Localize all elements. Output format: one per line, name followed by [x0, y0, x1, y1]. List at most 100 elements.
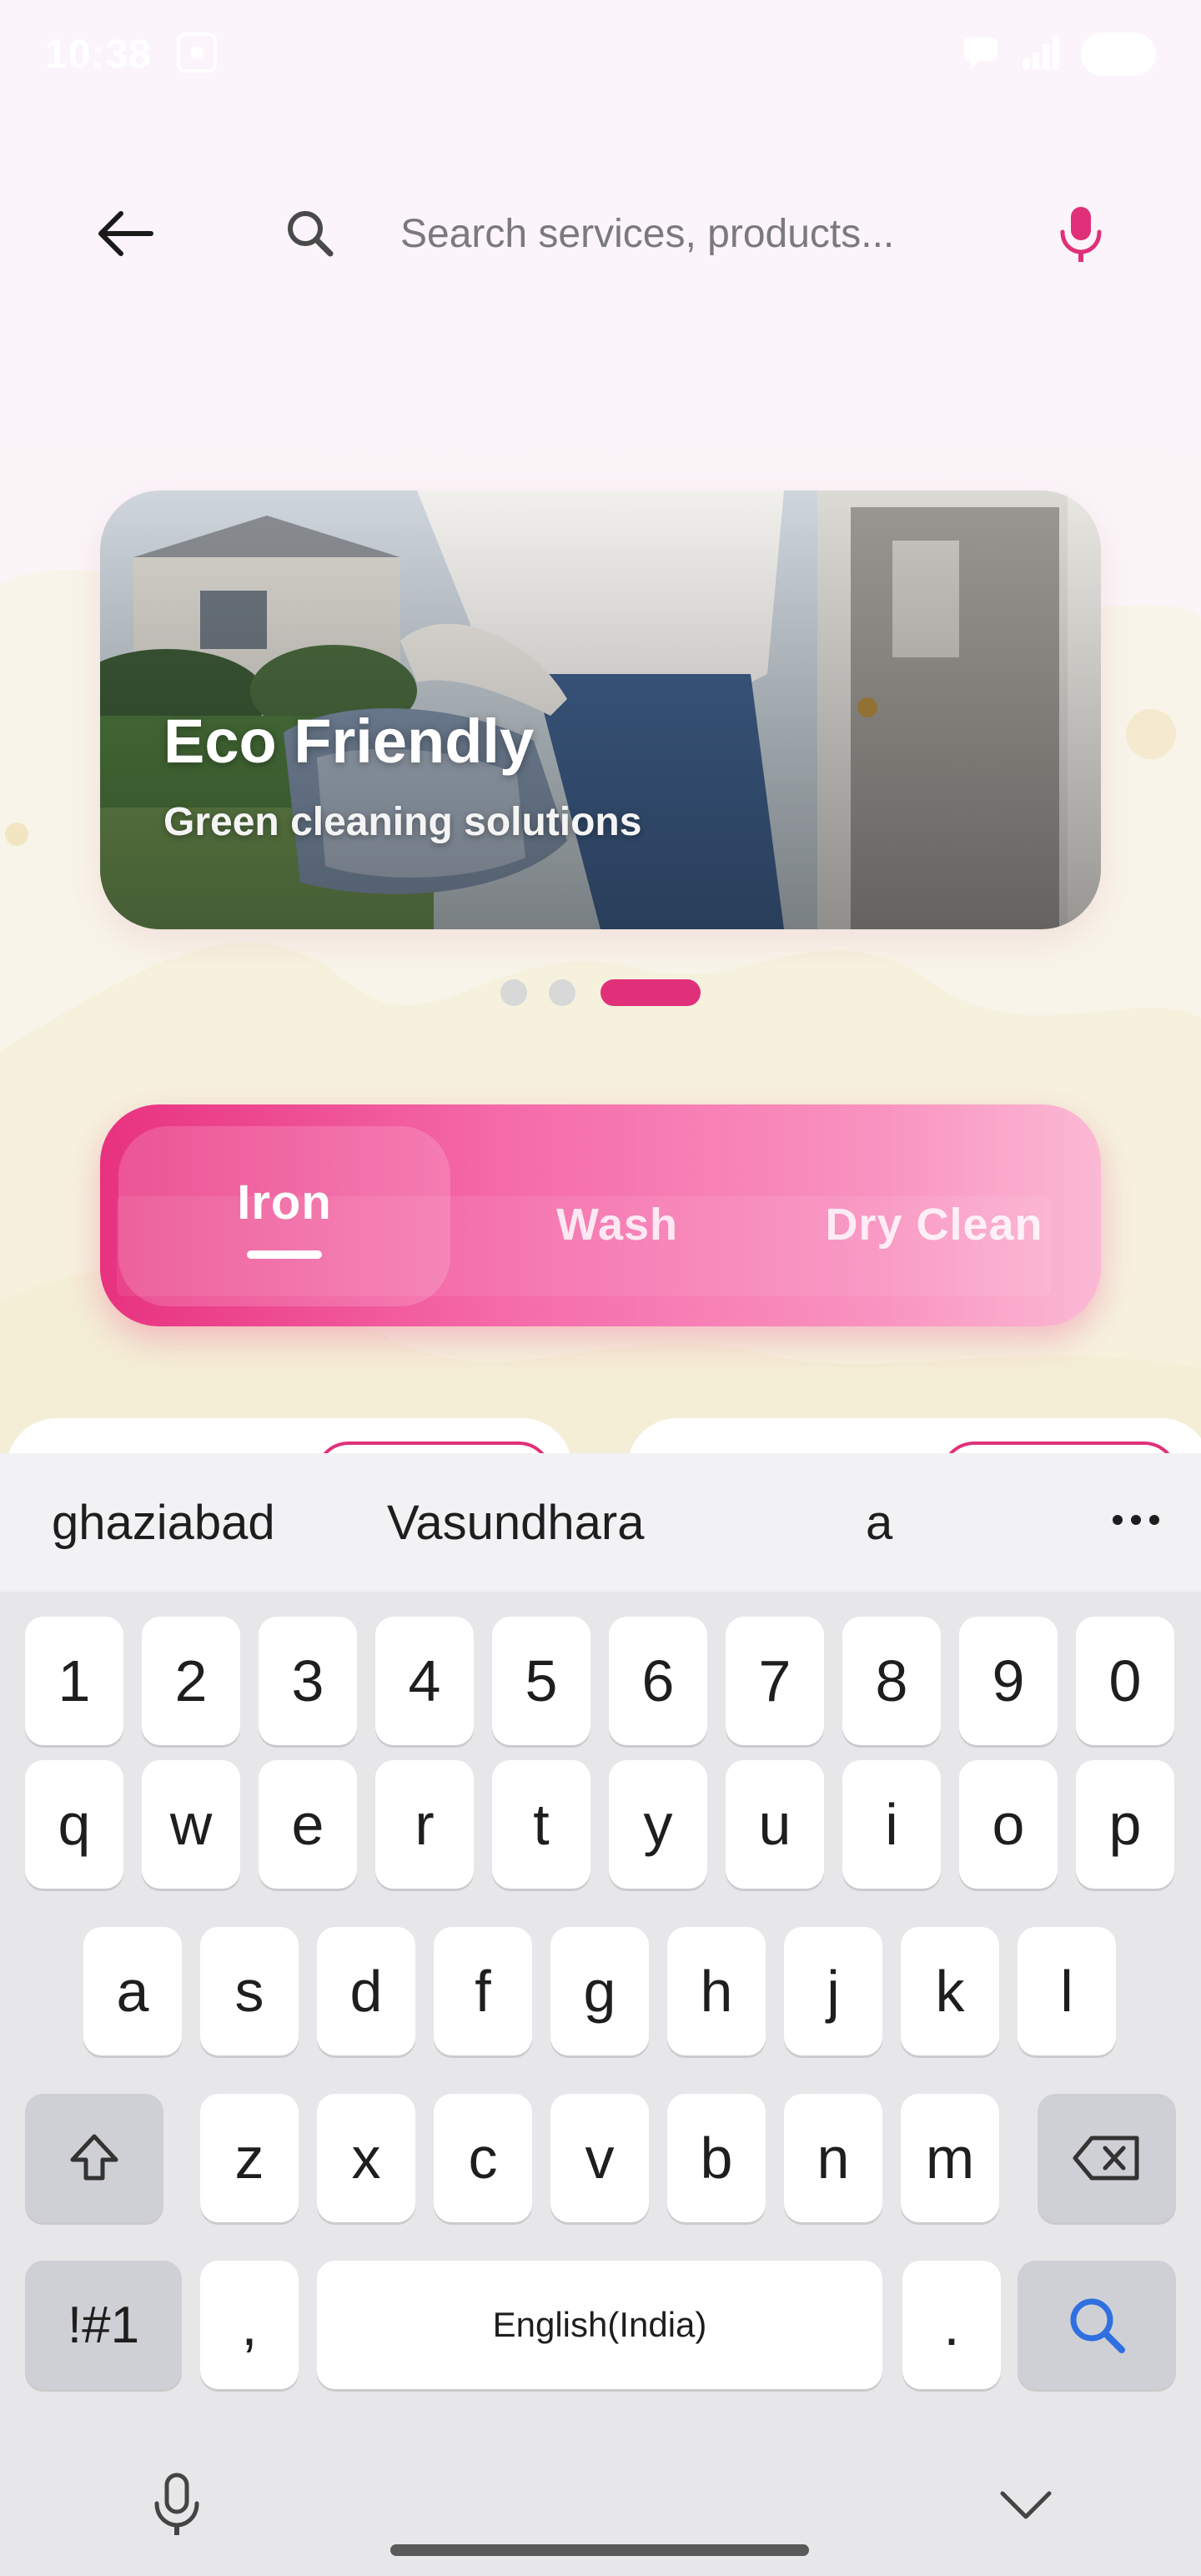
tab-dry-clean[interactable]: Dry Clean: [784, 1135, 1084, 1315]
status-bar: 10:38 40: [0, 0, 1201, 108]
key-8[interactable]: 8: [842, 1617, 941, 1745]
key-y[interactable]: y: [609, 1760, 707, 1889]
key-label: k: [935, 1959, 965, 2024]
key-3[interactable]: 3: [259, 1617, 357, 1745]
backspace-icon: [1073, 2136, 1139, 2181]
key-label: x: [351, 2126, 381, 2191]
key-label: g: [583, 1959, 616, 2024]
back-button[interactable]: [83, 200, 167, 267]
key-d[interactable]: d: [317, 1927, 415, 2055]
key-b[interactable]: b: [667, 2094, 766, 2222]
key-label: d: [349, 1959, 383, 2024]
keyboard-voice-button[interactable]: [143, 2468, 210, 2543]
search-icon: [280, 204, 340, 264]
key-label: j: [827, 1959, 840, 2024]
more-suggestions-button[interactable]: [1103, 1487, 1169, 1553]
carousel-dot[interactable]: [549, 979, 575, 1006]
key-9[interactable]: 9: [959, 1617, 1058, 1745]
symbols-key[interactable]: !#1: [25, 2261, 182, 2389]
key-label: 4: [408, 1648, 441, 1713]
promo-banner[interactable]: Eco Friendly Green cleaning solutions: [100, 491, 1101, 929]
key-1[interactable]: 1: [25, 1617, 123, 1745]
key-g[interactable]: g: [550, 1927, 649, 2055]
search-input[interactable]: [400, 200, 1001, 267]
carousel-dot[interactable]: [500, 979, 527, 1006]
key-l[interactable]: l: [1018, 1927, 1116, 2055]
period-key[interactable]: .: [902, 2261, 1001, 2389]
key-label: English(India): [492, 2305, 707, 2344]
key-a[interactable]: a: [83, 1927, 182, 2055]
tab-label: Wash: [555, 1200, 678, 1250]
key-h[interactable]: h: [667, 1927, 766, 2055]
shift-key[interactable]: [25, 2094, 163, 2222]
suggestion[interactable]: ghaziabad: [52, 1495, 275, 1551]
key-2[interactable]: 2: [142, 1617, 240, 1745]
key-v[interactable]: v: [550, 2094, 649, 2222]
key-label: w: [169, 1792, 213, 1857]
home-indicator[interactable]: [390, 2544, 809, 2556]
signal-icon: [1019, 33, 1063, 77]
voice-search-button[interactable]: [1048, 197, 1114, 270]
key-x[interactable]: x: [317, 2094, 415, 2222]
key-label: s: [234, 1959, 264, 2024]
key-w[interactable]: w: [142, 1760, 240, 1889]
key-q[interactable]: q: [25, 1760, 123, 1889]
key-label: ,: [241, 2292, 258, 2357]
key-t[interactable]: t: [492, 1760, 590, 1889]
key-c[interactable]: c: [434, 2094, 532, 2222]
search-key[interactable]: [1018, 2261, 1176, 2389]
key-label: 3: [291, 1648, 324, 1713]
status-time: 10:38: [45, 32, 152, 77]
key-label: 9: [992, 1648, 1025, 1713]
key-label: u: [758, 1792, 791, 1857]
comma-key[interactable]: ,: [200, 2261, 299, 2389]
screenshot-icon: [175, 31, 219, 78]
key-label: f: [475, 1959, 491, 2024]
key-s[interactable]: s: [200, 1927, 299, 2055]
key-6[interactable]: 6: [609, 1617, 707, 1745]
key-o[interactable]: o: [959, 1760, 1058, 1889]
suggestion[interactable]: Vasundhara: [387, 1495, 645, 1551]
backspace-key[interactable]: [1038, 2094, 1176, 2222]
key-label: m: [925, 2126, 975, 2191]
key-p[interactable]: p: [1076, 1760, 1174, 1889]
carousel-indicator: [500, 978, 717, 1008]
key-label: p: [1108, 1792, 1142, 1857]
key-label: a: [116, 1959, 149, 2024]
key-label: o: [992, 1792, 1025, 1857]
key-label: t: [533, 1792, 550, 1857]
key-i[interactable]: i: [842, 1760, 941, 1889]
key-j[interactable]: j: [784, 1927, 882, 2055]
key-m[interactable]: m: [901, 2094, 999, 2222]
key-k[interactable]: k: [901, 1927, 999, 2055]
key-label: i: [885, 1792, 898, 1857]
key-e[interactable]: e: [259, 1760, 357, 1889]
key-0[interactable]: 0: [1076, 1617, 1174, 1745]
chevron-down-icon: [1000, 2491, 1052, 2519]
key-7[interactable]: 7: [726, 1617, 824, 1745]
carousel-dot-active[interactable]: [600, 979, 701, 1006]
hide-keyboard-button[interactable]: [992, 2468, 1059, 2543]
key-label: e: [291, 1792, 324, 1857]
shift-icon: [70, 2134, 118, 2181]
key-u[interactable]: u: [726, 1760, 824, 1889]
microphone-icon: [154, 2473, 199, 2535]
key-label: 0: [1108, 1648, 1142, 1713]
suggestion[interactable]: a: [866, 1495, 892, 1551]
tab-iron[interactable]: Iron: [118, 1126, 450, 1306]
key-label: z: [234, 2126, 264, 2191]
more-horizontal-icon: [1113, 1515, 1159, 1525]
key-label: 1: [58, 1648, 91, 1713]
tab-wash[interactable]: Wash: [492, 1135, 742, 1315]
key-4[interactable]: 4: [375, 1617, 474, 1745]
key-label: n: [817, 2126, 850, 2191]
key-f[interactable]: f: [434, 1927, 532, 2055]
space-key[interactable]: English(India): [317, 2261, 882, 2389]
key-r[interactable]: r: [375, 1760, 474, 1889]
key-5[interactable]: 5: [492, 1617, 590, 1745]
arrow-left-icon: [98, 211, 153, 256]
key-n[interactable]: n: [784, 2094, 882, 2222]
key-label: b: [700, 2126, 733, 2191]
key-z[interactable]: z: [200, 2094, 299, 2222]
search-bar: [0, 167, 1201, 300]
